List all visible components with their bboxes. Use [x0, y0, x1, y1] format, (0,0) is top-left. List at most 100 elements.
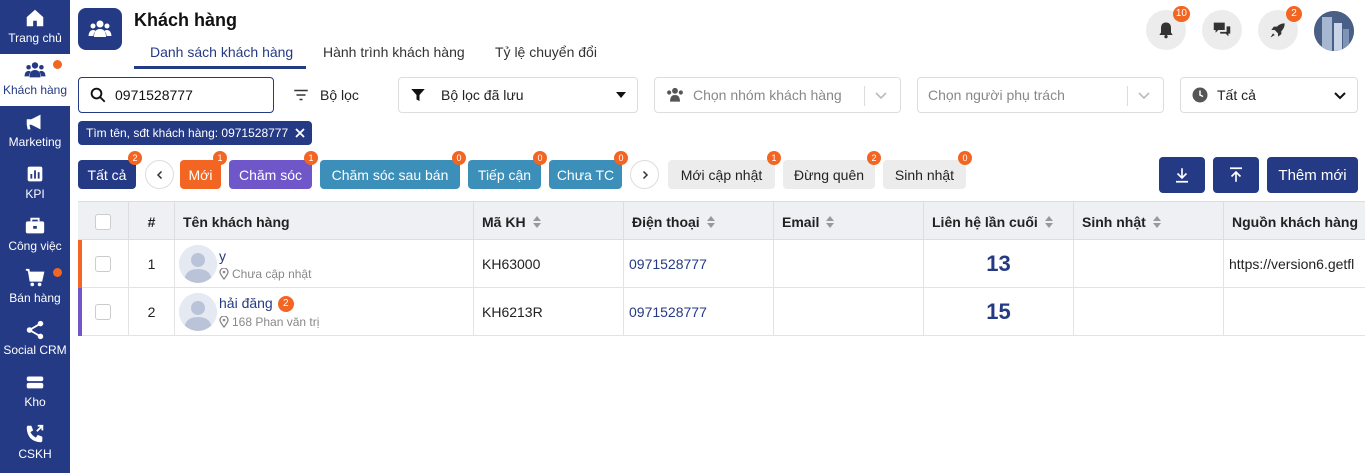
- status-all[interactable]: Tất cả 2: [78, 151, 142, 189]
- customer-address-text: 168 Phan văn trị: [232, 315, 320, 330]
- status-after-sale-care[interactable]: Chăm sóc sau bán 0: [320, 151, 466, 189]
- sidebar-item-home[interactable]: Trang chủ: [0, 2, 70, 54]
- sidebar-item-customers[interactable]: Khách hàng: [0, 54, 70, 106]
- status-label: Chăm sóc: [238, 166, 303, 183]
- header-last-contact[interactable]: Liên hệ lần cuối: [923, 202, 1073, 241]
- sidebar-item-label: Công việc: [8, 239, 62, 253]
- sidebar-item-social-crm[interactable]: Social CRM: [0, 314, 70, 366]
- sidebar-item-cskh[interactable]: CSKH: [0, 418, 70, 470]
- owner-select[interactable]: Chọn người phụ trách: [917, 77, 1164, 113]
- status-birthday[interactable]: Sinh nhật 0: [883, 151, 972, 189]
- customer-phone[interactable]: 0971528777: [623, 240, 773, 288]
- header-birthday[interactable]: Sinh nhật: [1073, 202, 1223, 241]
- header-label: Sinh nhật: [1082, 213, 1146, 230]
- chevron-down-icon: [875, 92, 887, 100]
- status-count-badge: 1: [767, 151, 781, 165]
- sidebar-item-label: Bán hàng: [9, 291, 61, 305]
- status-recently-updated[interactable]: Mới cập nhật 1: [668, 151, 781, 189]
- users-icon: [24, 62, 46, 78]
- person-placeholder-icon: [179, 293, 217, 331]
- status-care[interactable]: Chăm sóc 1: [229, 151, 318, 189]
- row-index: 1: [128, 240, 174, 288]
- status-approach[interactable]: Tiếp cận 0: [468, 151, 547, 189]
- warehouse-icon: [26, 376, 44, 389]
- header-email[interactable]: Email: [773, 202, 923, 241]
- sort-icon: [532, 215, 541, 228]
- status-dont-forget[interactable]: Đừng quên 2: [783, 151, 881, 189]
- divider: [864, 86, 865, 106]
- header-phone[interactable]: Điện thoại: [623, 202, 773, 241]
- customer-name[interactable]: y: [219, 248, 311, 264]
- row-checkbox[interactable]: [95, 304, 111, 320]
- chat-button[interactable]: [1202, 10, 1242, 50]
- table-row[interactable]: 1 y Chưa cập nhật KH63000 0971528777 13 …: [78, 240, 1365, 288]
- caret-down-icon: [616, 92, 626, 98]
- megaphone-icon: [26, 114, 41, 130]
- sidebar-item-sales[interactable]: Bán hàng: [0, 262, 70, 314]
- customer-phone[interactable]: 0971528777: [623, 288, 773, 336]
- filter-button[interactable]: Bộ lọc: [280, 77, 382, 113]
- tab-conversion-rate[interactable]: Tỷ lệ chuyển đổi: [495, 44, 597, 60]
- header-customer-name: Tên khách hàng: [174, 202, 473, 241]
- sidebar-item-warehouse[interactable]: Kho: [0, 366, 70, 418]
- header-label: Tên khách hàng: [183, 213, 290, 230]
- sort-icon: [1044, 215, 1053, 228]
- chevron-right-icon: [642, 170, 648, 179]
- sidebar-item-kpi[interactable]: KPI: [0, 158, 70, 210]
- status-count-badge: 0: [958, 151, 972, 165]
- sidebar-item-tasks[interactable]: Công việc: [0, 210, 70, 262]
- status-count-badge: 2: [867, 151, 881, 165]
- search-input[interactable]: [115, 87, 265, 103]
- customer-group-placeholder: Chọn nhóm khách hàng: [693, 87, 842, 103]
- status-label: Đừng quên: [793, 166, 865, 183]
- header-source: Nguồn khách hàng: [1223, 202, 1365, 241]
- sidebar-item-marketing[interactable]: Marketing: [0, 106, 70, 158]
- upload-icon: [1230, 167, 1242, 182]
- location-pin-icon: [219, 267, 229, 280]
- user-avatar[interactable]: [1314, 11, 1354, 51]
- status-not-approached[interactable]: Chưa TC 0: [549, 151, 628, 189]
- filter-button-label: Bộ lọc: [320, 87, 359, 103]
- search-icon: [90, 87, 106, 103]
- customer-name-text: y: [219, 247, 226, 264]
- customer-address-text: Chưa cập nhật: [232, 266, 312, 281]
- notifications-button[interactable]: 10: [1146, 6, 1190, 50]
- avatar-image: [1314, 11, 1354, 51]
- briefcase-icon: [25, 217, 45, 234]
- rocket-button[interactable]: 2: [1258, 6, 1302, 50]
- status-count-badge: 1: [213, 151, 227, 165]
- header-customer-code[interactable]: Mã KH: [473, 202, 623, 241]
- sort-icon: [1152, 215, 1161, 228]
- table-row[interactable]: 2 hải đăng 2 168 Phan văn trị KH6213R 097…: [78, 288, 1365, 336]
- add-new-button[interactable]: Thêm mới: [1267, 157, 1358, 193]
- header-label: Nguồn khách hàng: [1232, 213, 1358, 230]
- sidebar-item-label: Trang chủ: [8, 31, 62, 45]
- upload-button[interactable]: [1213, 157, 1259, 193]
- tab-customer-journey[interactable]: Hành trình khách hàng: [323, 44, 465, 60]
- customer-name[interactable]: hải đăng 2: [219, 295, 319, 313]
- status-label: Sinh nhật: [894, 166, 955, 183]
- download-button[interactable]: [1159, 157, 1205, 193]
- select-all-checkbox[interactable]: [95, 213, 111, 230]
- time-select[interactable]: Tất cả: [1180, 77, 1358, 113]
- customer-group-select[interactable]: Chọn nhóm khách hàng: [654, 77, 901, 113]
- download-icon: [1176, 168, 1188, 183]
- status-label: Chăm sóc sau bán: [331, 166, 449, 183]
- status-count-badge: 1: [304, 151, 318, 165]
- customer-email: [773, 288, 923, 336]
- scroll-left-button[interactable]: [145, 160, 174, 189]
- status-label: Chưa TC: [556, 166, 615, 183]
- row-checkbox[interactable]: [95, 256, 111, 272]
- row-index: 2: [128, 288, 174, 336]
- scroll-right-button[interactable]: [630, 160, 659, 189]
- sidebar-item-label: Marketing: [8, 135, 62, 149]
- chevron-down-icon: [1138, 92, 1150, 100]
- person-placeholder-icon: [179, 245, 217, 283]
- saved-filter-select[interactable]: Bộ lọc đã lưu: [398, 77, 638, 113]
- close-icon[interactable]: [294, 127, 306, 139]
- tab-customer-list[interactable]: Danh sách khách hàng: [150, 44, 293, 60]
- status-new[interactable]: Mới 1: [180, 151, 227, 189]
- clock-icon: [1192, 87, 1208, 103]
- users-icon: [667, 87, 683, 102]
- status-count-badge: 2: [128, 151, 142, 165]
